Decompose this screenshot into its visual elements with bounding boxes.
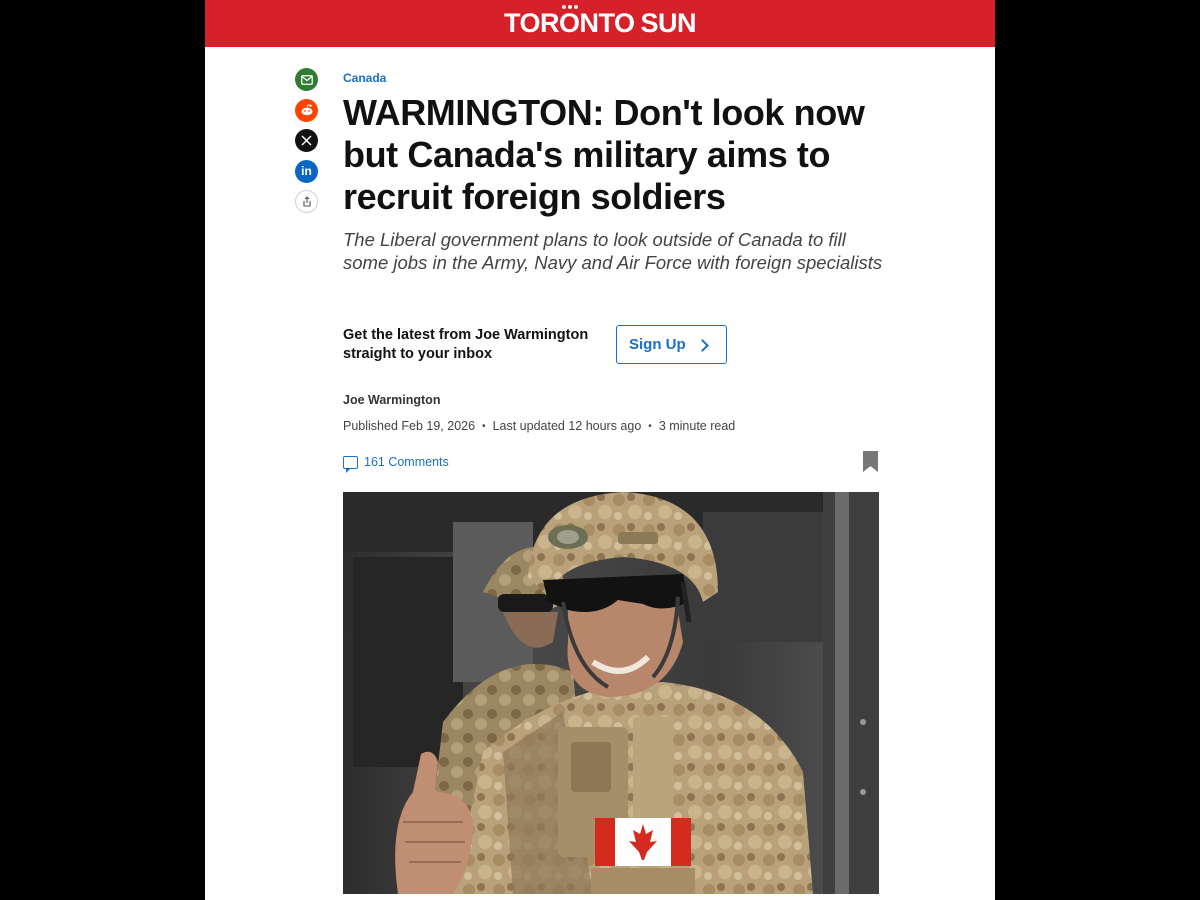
sign-up-label: Sign Up <box>629 336 686 353</box>
meta-separator: • <box>482 420 486 432</box>
soldier-photo <box>343 492 879 894</box>
email-share-button[interactable] <box>295 68 318 91</box>
share-bar: in <box>295 68 319 221</box>
linkedin-icon: in <box>301 164 312 178</box>
x-icon <box>301 135 312 146</box>
article-dek: The Liberal government plans to look out… <box>343 229 883 273</box>
last-updated: Last updated 12 hours ago <box>492 419 642 433</box>
article-meta: Published Feb 19, 2026 • Last updated 12… <box>343 419 735 433</box>
sign-up-button[interactable]: Sign Up <box>616 325 727 364</box>
meta-separator: • <box>648 420 652 432</box>
comment-icon <box>343 455 358 473</box>
category-link[interactable]: Canada <box>343 71 386 85</box>
newsletter-promo-text: Get the latest from Joe Warmington strai… <box>343 327 589 362</box>
reddit-icon <box>301 104 312 116</box>
comments-count: 161 Comments <box>364 455 449 469</box>
toronto-sun-logo[interactable]: TORONTO SUN <box>504 5 697 37</box>
share-more-button[interactable] <box>295 190 318 213</box>
article-photo <box>343 492 879 894</box>
linkedin-share-button[interactable]: in <box>295 159 318 183</box>
published-date: Published Feb 19, 2026 <box>343 419 476 433</box>
headline: WARMINGTON: Don't look now but Canada's … <box>343 92 865 217</box>
logo-dots <box>561 5 578 9</box>
share-icon <box>302 196 311 207</box>
email-icon <box>300 74 313 85</box>
author-byline[interactable]: Joe Warmington <box>343 393 440 407</box>
bookmark-icon[interactable] <box>863 451 878 472</box>
article-page: TORONTO SUN in Canada WARMINGTON: Don't … <box>205 0 995 900</box>
comments-link[interactable]: 161 Comments <box>343 455 449 473</box>
read-time: 3 minute read <box>658 419 736 433</box>
reddit-share-button[interactable] <box>295 98 318 122</box>
masthead: TORONTO SUN <box>205 0 995 47</box>
chevron-right-icon <box>695 338 709 352</box>
x-share-button[interactable] <box>295 129 318 152</box>
